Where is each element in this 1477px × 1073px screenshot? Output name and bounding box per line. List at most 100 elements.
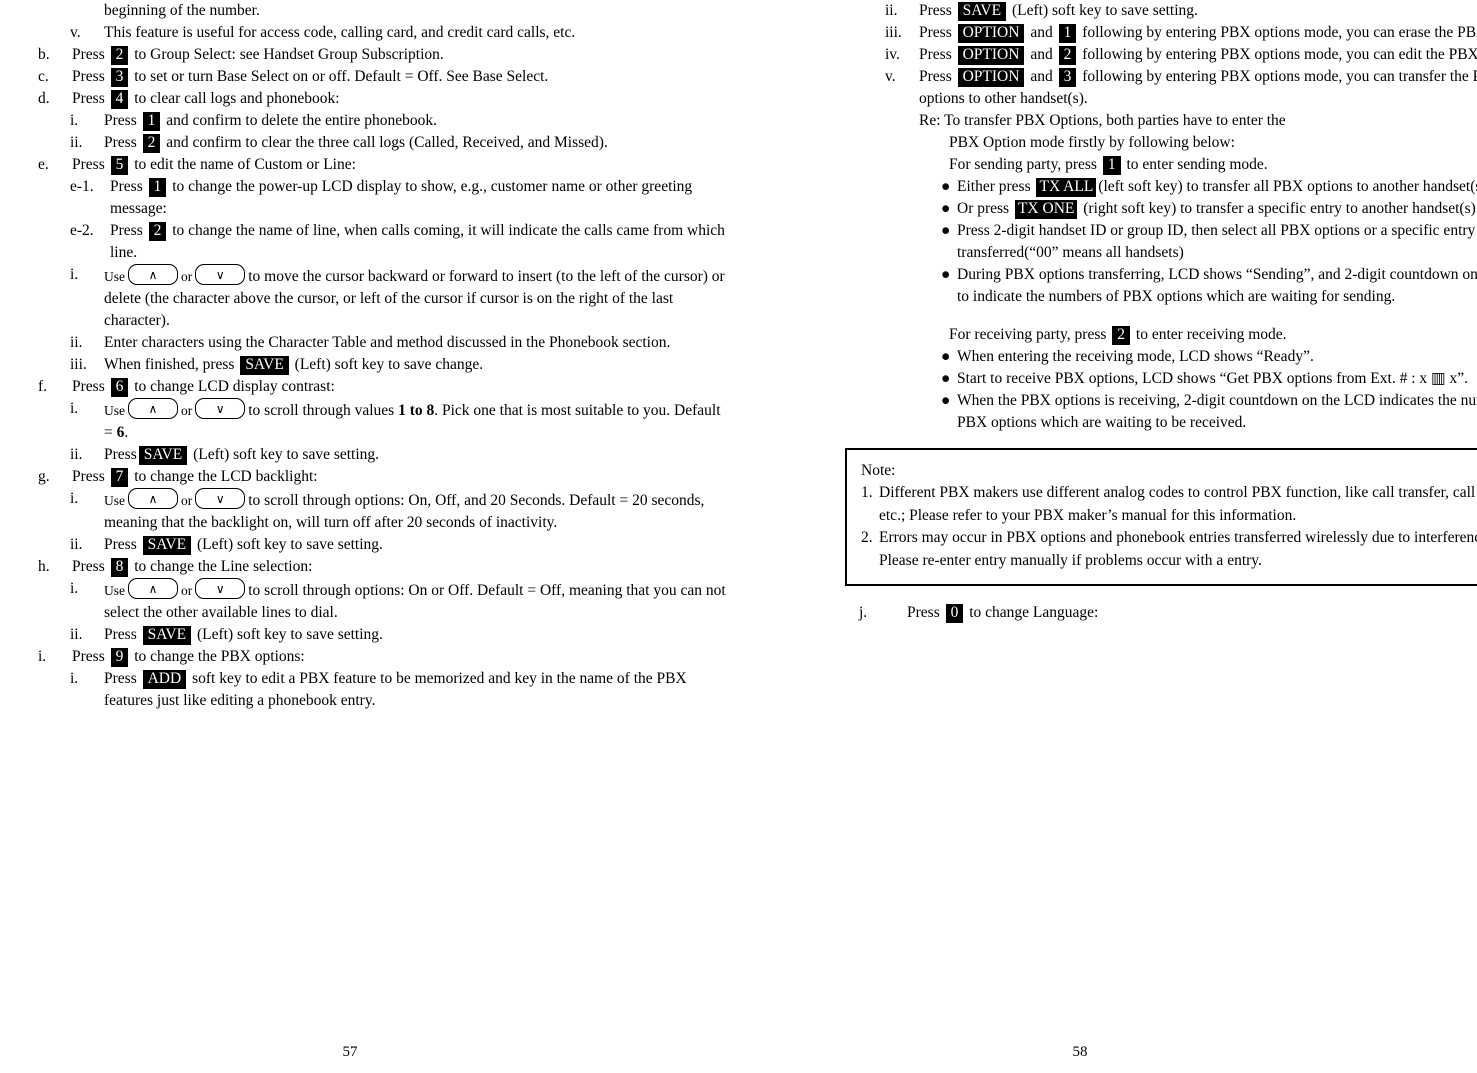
text-after-key: (Left) soft key to save setting. bbox=[196, 626, 383, 643]
bullet-icon: ● bbox=[941, 200, 951, 217]
receiving-party-line: For receiving party, press 2 to enter re… bbox=[949, 324, 1477, 346]
text-before-key: When finished, press bbox=[104, 356, 235, 373]
text-before-key: Press bbox=[104, 446, 137, 463]
text-end: . bbox=[124, 424, 129, 441]
key-chip-1: 1 bbox=[1102, 156, 1121, 175]
text-before-key: Press bbox=[104, 112, 137, 129]
key-chip-5: 5 bbox=[110, 156, 129, 175]
up-arrow-key-button[interactable]: ∧ bbox=[128, 578, 178, 599]
list-marker: d. bbox=[38, 90, 50, 107]
list-text: Press 2 to Group Select: see Handset Gro… bbox=[72, 44, 730, 66]
list-marker: iii. bbox=[885, 24, 902, 41]
key-chip-3: 3 bbox=[1058, 68, 1077, 87]
down-arrow-key-button[interactable]: ∨ bbox=[195, 398, 246, 419]
text-after-key: to change the name of line, when calls c… bbox=[110, 222, 725, 261]
up-arrow-key-button[interactable]: ∧ bbox=[128, 488, 178, 509]
text-before-key: Press bbox=[72, 468, 105, 485]
list-text: Press 1 and confirm to delete the entire… bbox=[104, 110, 730, 132]
key-chip-0: 0 bbox=[945, 604, 964, 624]
text-after-key: to clear call logs and phonebook: bbox=[134, 90, 340, 107]
text-before-key: For receiving party, press bbox=[949, 326, 1107, 343]
list-item-c: c. Press 3 to set or turn Base Select on… bbox=[38, 66, 730, 88]
key-chip-1: 1 bbox=[142, 112, 161, 131]
conjunction: and bbox=[1030, 68, 1053, 85]
bullet-text: When the PBX options is receiving, 2-dig… bbox=[957, 392, 1477, 431]
bold-range: 1 to 8 bbox=[398, 402, 435, 419]
list-marker: iii. bbox=[70, 356, 87, 373]
list-text: This feature is useful for access code, … bbox=[104, 24, 576, 41]
down-arrow-icon: ∨ bbox=[215, 401, 225, 416]
text-before-key: Press bbox=[919, 24, 952, 41]
key-chip-add: ADD bbox=[142, 670, 187, 689]
text-before-key: Use bbox=[104, 403, 125, 418]
key-chip-option: OPTION bbox=[957, 68, 1025, 87]
up-arrow-icon: ∧ bbox=[148, 267, 158, 282]
text-before-key: Press bbox=[72, 558, 105, 575]
bullet-receiving-countdown: ● When the PBX options is receiving, 2-d… bbox=[941, 390, 1477, 434]
text-after-key: soft key to edit a PBX feature to be mem… bbox=[104, 670, 687, 709]
key-chip-save: SAVE bbox=[957, 2, 1007, 21]
bullet-sending-status: ● During PBX options transferring, LCD s… bbox=[941, 264, 1477, 308]
list-marker: g. bbox=[38, 468, 50, 485]
down-arrow-key-button[interactable]: ∨ bbox=[195, 578, 246, 599]
text-after-key: (left soft key) to transfer all PBX opti… bbox=[1098, 178, 1477, 195]
conjunction: or bbox=[181, 583, 193, 598]
list-text: Enter characters using the Character Tab… bbox=[104, 334, 671, 351]
text-after-key: (Left) soft key to save setting. bbox=[196, 536, 383, 553]
list-item-i: i. Press 9 to change the PBX options: bbox=[38, 646, 730, 668]
key-chip-tx-one: TX ONE bbox=[1014, 200, 1078, 219]
text-after-key: and confirm to clear the three call logs… bbox=[166, 134, 608, 151]
conjunction: and bbox=[1030, 46, 1053, 63]
note-marker: 1. bbox=[861, 484, 873, 502]
key-chip-save: SAVE bbox=[138, 446, 188, 465]
up-arrow-key-button[interactable]: ∧ bbox=[128, 398, 178, 419]
list-item-i-i: i. Press ADD soft key to edit a PBX feat… bbox=[70, 668, 730, 712]
key-chip-6: 6 bbox=[110, 378, 129, 397]
page-number-left: 57 bbox=[342, 1044, 358, 1060]
up-arrow-key-button[interactable]: ∧ bbox=[128, 264, 178, 285]
text-after-key: to change LCD display contrast: bbox=[134, 378, 335, 395]
list-text: Use ∧ or ∨ to scroll through options: On, Of… bbox=[104, 488, 730, 534]
key-chip-2: 2 bbox=[1112, 326, 1131, 345]
list-text: Press 0 to change Language: bbox=[907, 602, 1477, 624]
list-item-f: f. Press 6 to change LCD display contras… bbox=[38, 376, 730, 398]
text-after-key: to edit the name of Custom or Line: bbox=[134, 156, 356, 173]
text-after-key: (Left) soft key to save setting. bbox=[1011, 2, 1198, 19]
list-text: Press SAVE (Left) soft key to save setti… bbox=[919, 0, 1477, 22]
bullet-text: During PBX options transferring, LCD sho… bbox=[957, 266, 1477, 305]
list-marker: ii. bbox=[70, 536, 83, 553]
list-text: Press 6 to change LCD display contrast: bbox=[72, 376, 730, 398]
key-chip-1: 1 bbox=[1058, 24, 1077, 43]
list-marker: i. bbox=[70, 670, 79, 687]
list-item-f-i: i. Use ∧ or ∨ to scroll through values 1 to … bbox=[70, 398, 730, 444]
bullet-get-pbx: ● Start to receive PBX options, LCD show… bbox=[941, 368, 1477, 390]
list-text: Press SAVE (Left) soft key to save setti… bbox=[104, 624, 730, 646]
list-marker: e-1. bbox=[70, 178, 94, 195]
list-marker: i. bbox=[70, 112, 79, 129]
down-arrow-key-button[interactable]: ∨ bbox=[195, 488, 246, 509]
list-item-h-i: i. Use ∧ or ∨ to scroll through options: On … bbox=[70, 578, 730, 624]
down-arrow-key-button[interactable]: ∨ bbox=[195, 264, 246, 285]
down-arrow-icon: ∨ bbox=[215, 491, 225, 506]
text-after-key: (Left) soft key to save change. bbox=[294, 356, 484, 373]
up-arrow-icon: ∧ bbox=[148, 581, 158, 596]
list-item-v: v. This feature is useful for access cod… bbox=[70, 22, 730, 44]
text-before-key: Press bbox=[104, 626, 137, 643]
list-item-e-iii: iii. When finished, press SAVE (Left) so… bbox=[70, 354, 730, 376]
list-text: Press 7 to change the LCD backlight: bbox=[72, 466, 730, 488]
list-marker: e. bbox=[38, 156, 49, 173]
text-before-key: Either press bbox=[957, 178, 1031, 195]
list-marker: ii. bbox=[70, 134, 83, 151]
down-arrow-icon: ∨ bbox=[215, 581, 225, 596]
list-marker: ii. bbox=[70, 334, 83, 351]
key-chip-option: OPTION bbox=[957, 46, 1025, 65]
bullet-text: Start to receive PBX options, LCD shows … bbox=[957, 370, 1469, 387]
key-chip-8: 8 bbox=[110, 558, 129, 577]
key-chip-2: 2 bbox=[148, 222, 167, 241]
up-arrow-icon: ∧ bbox=[148, 401, 158, 416]
list-item-d-i: i. Press 1 and confirm to delete the ent… bbox=[70, 110, 730, 132]
text-after-key: to change the Line selection: bbox=[134, 558, 313, 575]
text-before-key: Press bbox=[72, 378, 105, 395]
text-after-key: to Group Select: see Handset Group Subsc… bbox=[134, 46, 444, 63]
